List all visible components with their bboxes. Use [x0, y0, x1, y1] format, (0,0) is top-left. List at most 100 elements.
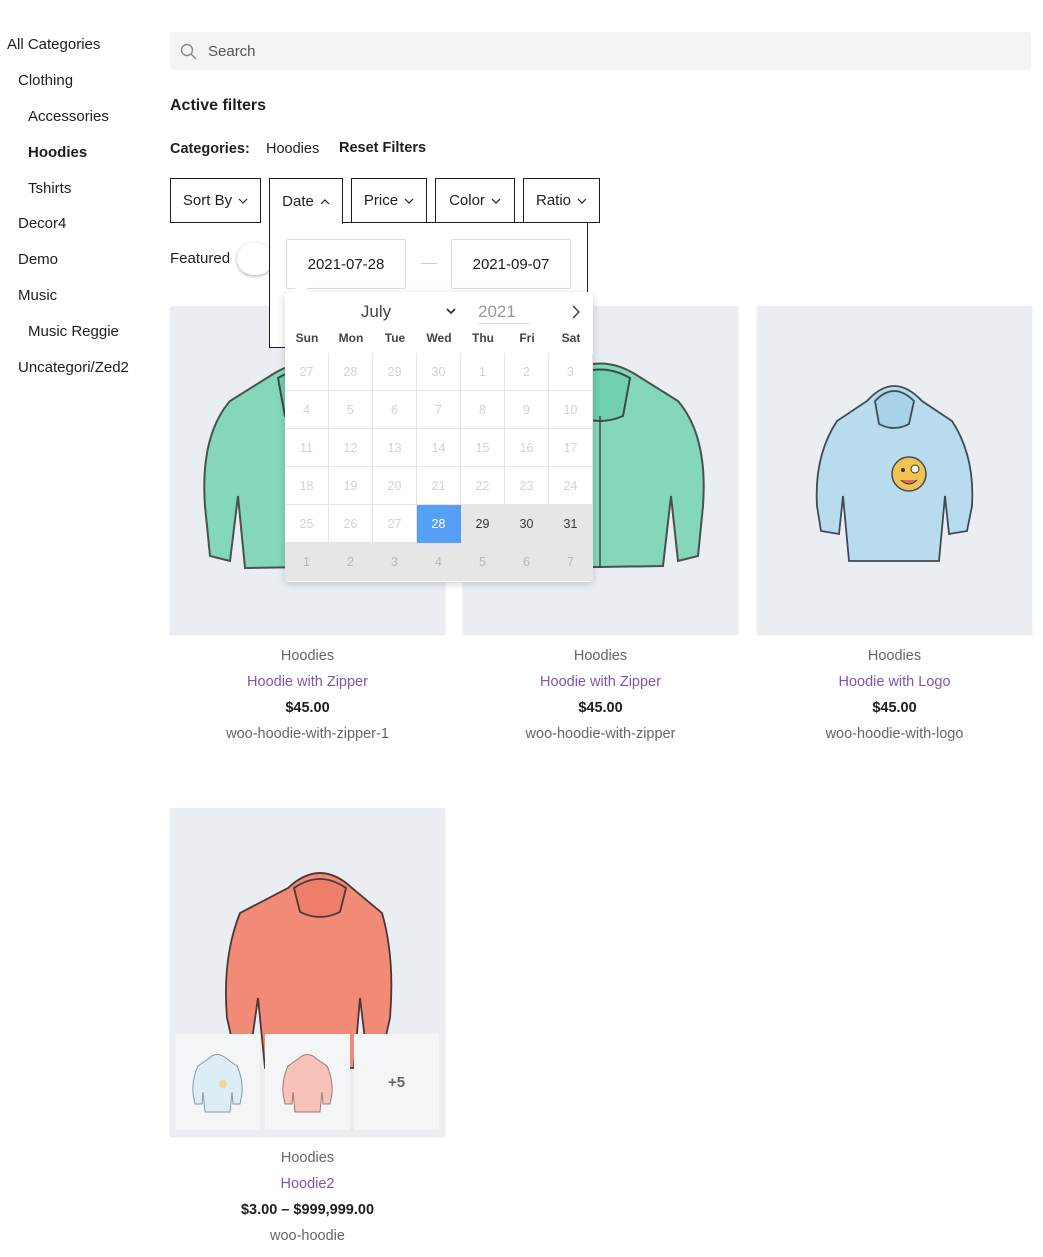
date-to-input[interactable]: 2021-09-07 — [451, 239, 571, 289]
calendar-day: 6 — [373, 391, 417, 429]
category-uncategorized[interactable]: Uncategori/Zed2 — [18, 359, 129, 376]
calendar-day[interactable]: 28 — [417, 505, 461, 543]
calendar-day: 5 — [329, 391, 373, 429]
product-thumbnail[interactable] — [265, 1034, 350, 1130]
calendar-day: 12 — [329, 429, 373, 467]
calendar-day[interactable]: 29 — [461, 505, 505, 543]
color-filter-label: Color — [449, 192, 485, 209]
calendar-day: 29 — [373, 353, 417, 391]
calendar-day: 23 — [505, 467, 549, 505]
date-from-input[interactable]: 2021-07-28 — [286, 239, 406, 289]
calendar-day: 18 — [285, 467, 329, 505]
weekday-header: Mon — [338, 331, 364, 345]
calendar-day: 15 — [461, 429, 505, 467]
product-slug: woo-hoodie-with-logo — [825, 726, 964, 742]
weekday-header: Thu — [472, 331, 494, 345]
categories-filter-value[interactable]: Hoodies — [266, 141, 319, 157]
calendar-day: 21 — [417, 467, 461, 505]
category-decor4[interactable]: Decor4 — [18, 215, 66, 232]
ratio-filter-button[interactable]: Ratio — [523, 178, 600, 223]
blue-logo-hoodie-image — [815, 385, 974, 562]
category-all[interactable]: All Categories — [7, 36, 100, 53]
date-filter-button[interactable]: Date — [269, 178, 343, 224]
calendar-day: 1 — [285, 543, 329, 581]
price-filter-label: Price — [363, 192, 399, 209]
calendar-day: 9 — [505, 391, 549, 429]
calendar-year-input[interactable]: 2021 — [478, 302, 530, 324]
calendar-day: 6 — [505, 543, 549, 581]
calendar-day: 25 — [285, 505, 329, 543]
calendar-day: 19 — [329, 467, 373, 505]
calendar-day[interactable]: 30 — [505, 505, 549, 543]
category-accessories[interactable]: Accessories — [28, 108, 109, 125]
category-hoodies[interactable]: Hoodies — [28, 144, 87, 161]
chevron-up-icon — [320, 198, 330, 204]
product-name-link[interactable]: Hoodie with Zipper — [170, 674, 445, 690]
calendar-day: 11 — [285, 429, 329, 467]
calendar-day: 30 — [417, 353, 461, 391]
calendar-day: 7 — [417, 391, 461, 429]
date-picker-calendar: July 2021 Sun Mon Tue Wed Thu Fri Sat 27 28 29 30 1… — [285, 292, 593, 582]
product-name-link[interactable]: Hoodie with Zipper — [463, 674, 738, 690]
featured-toggle[interactable] — [237, 243, 273, 275]
calendar-day: 5 — [461, 543, 505, 581]
calendar-day: 28 — [329, 353, 373, 391]
sort-by-label: Sort By — [182, 192, 233, 209]
weekday-header: Wed — [426, 331, 452, 345]
calendar-month-select[interactable]: July — [331, 302, 421, 322]
product-image[interactable] — [757, 306, 1032, 634]
calendar-day: 27 — [373, 505, 417, 543]
more-thumbnails-button[interactable]: +5 — [354, 1034, 439, 1130]
calendar-day: 10 — [549, 391, 593, 429]
calendar-day: 1 — [461, 353, 505, 391]
calendar-day: 4 — [417, 543, 461, 581]
product-price: $45.00 — [578, 700, 623, 716]
product-name-link[interactable]: Hoodie2 — [170, 1176, 445, 1192]
weekday-header: Fri — [519, 331, 535, 345]
reset-filters-button[interactable]: Reset Filters — [339, 140, 426, 156]
product-category: Hoodies — [280, 648, 335, 664]
product-price: $3.00 – $999,999.00 — [240, 1202, 375, 1218]
weekday-header: Sun — [295, 331, 319, 345]
chevron-right-icon[interactable] — [571, 305, 581, 319]
blue-logo-hoodie-thumbnail — [192, 1054, 243, 1113]
date-filter-label: Date — [282, 193, 314, 210]
featured-label: Featured — [170, 250, 231, 267]
calendar-day: 8 — [461, 391, 505, 429]
category-demo[interactable]: Demo — [18, 251, 58, 268]
calendar-day: 2 — [329, 543, 373, 581]
sort-by-button[interactable]: Sort By — [170, 178, 261, 223]
calendar-day: 17 — [549, 429, 593, 467]
calendar-day: 3 — [549, 353, 593, 391]
category-music[interactable]: Music — [18, 287, 57, 304]
category-music-reggie[interactable]: Music Reggie — [28, 323, 119, 340]
product-slug: woo-hoodie — [270, 1228, 345, 1244]
category-clothing[interactable]: Clothing — [18, 72, 73, 89]
red-hoodie-thumbnail — [282, 1054, 333, 1113]
category-tshirts[interactable]: Tshirts — [28, 180, 71, 197]
chevron-down-icon — [238, 198, 248, 204]
product-category: Hoodies — [867, 648, 922, 664]
product-slug: woo-hoodie-with-zipper-1 — [226, 726, 389, 742]
categories-filter-label: Categories: — [170, 141, 250, 157]
product-price: $45.00 — [872, 700, 917, 716]
calendar-day: 22 — [461, 467, 505, 505]
product-thumbnail[interactable] — [175, 1034, 260, 1130]
product-name-link[interactable]: Hoodie with Logo — [757, 674, 1032, 690]
search-input[interactable] — [208, 32, 1008, 70]
color-filter-button[interactable]: Color — [435, 178, 515, 223]
weekday-header: Tue — [384, 331, 406, 345]
calendar-day[interactable]: 31 — [549, 505, 593, 543]
calendar-day: 7 — [549, 543, 593, 581]
search-icon — [180, 43, 197, 60]
calendar-day: 13 — [373, 429, 417, 467]
search-bar — [170, 32, 1031, 70]
calendar-day: 2 — [505, 353, 549, 391]
product-category: Hoodies — [573, 648, 628, 664]
price-filter-button[interactable]: Price — [351, 178, 427, 223]
calendar-day: 27 — [285, 353, 329, 391]
chevron-down-icon — [446, 308, 456, 315]
weekday-header: Sat — [561, 331, 581, 345]
ratio-filter-label: Ratio — [535, 192, 572, 209]
product-category: Hoodies — [280, 1150, 335, 1166]
